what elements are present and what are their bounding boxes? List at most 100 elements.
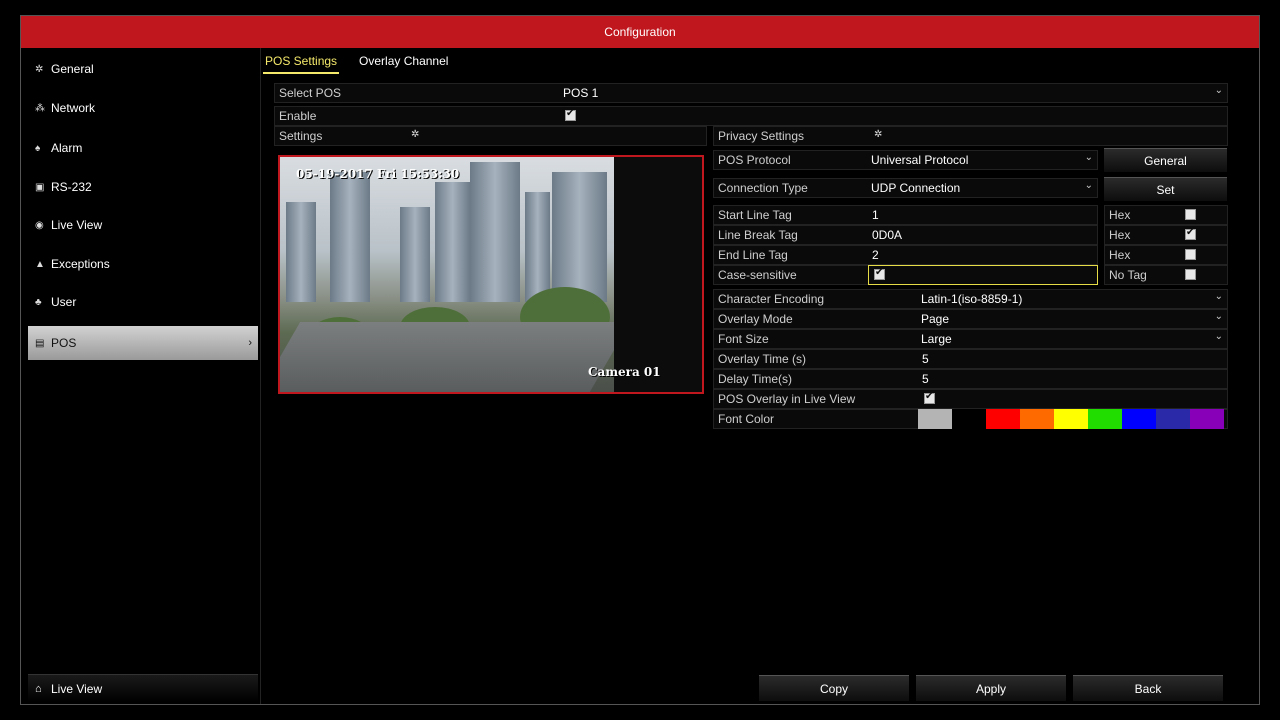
overlay-mode-dropdown[interactable]: Page ⌄ (918, 310, 1227, 328)
back-button[interactable]: Back (1073, 675, 1223, 701)
sidebar-item-live-view[interactable]: ◉ Live View (28, 208, 258, 242)
character-encoding-dropdown[interactable]: Latin-1(iso-8859-1) ⌄ (918, 290, 1227, 308)
case-sensitive-checkbox[interactable] (874, 267, 885, 280)
color-swatch[interactable] (1190, 409, 1224, 429)
overlay-mode-label: Overlay Mode (718, 312, 793, 326)
window-title: Configuration (21, 16, 1259, 48)
home-icon: ⌂ (35, 682, 42, 695)
color-swatch[interactable] (952, 409, 986, 429)
delay-time-input[interactable]: 5 (922, 370, 929, 388)
start-line-tag-input[interactable]: 1 (872, 206, 879, 224)
end-line-tag-input[interactable]: 2 (872, 246, 879, 264)
chevron-down-icon: ⌄ (1214, 311, 1223, 322)
gear-icon: ✲ (35, 63, 44, 75)
hex-label: Hex (1109, 228, 1131, 242)
color-swatch[interactable] (986, 409, 1020, 429)
building-shape (525, 192, 550, 302)
delay-time-label: Delay Time(s) (718, 372, 793, 386)
character-encoding-value: Latin-1(iso-8859-1) (921, 292, 1023, 306)
start-line-hex-checkbox[interactable] (1185, 209, 1196, 220)
settings-row: Settings ✲ (274, 126, 707, 146)
color-swatch[interactable] (1122, 409, 1156, 429)
chevron-right-icon: › (248, 337, 252, 349)
sidebar-item-alarm[interactable]: ♠ Alarm (28, 131, 258, 165)
sidebar-item-label: RS-232 (51, 180, 92, 194)
chevron-down-icon: ⌄ (1214, 331, 1223, 342)
pos-icon: ▤ (35, 337, 45, 349)
start-line-tag-label: Start Line Tag (718, 208, 792, 222)
privacy-settings-row: Privacy Settings ✲ (713, 126, 1228, 146)
end-line-tag-row: End Line Tag 2 (713, 245, 1098, 265)
hex-label: Hex (1109, 248, 1131, 262)
no-tag-row: No Tag (1104, 265, 1228, 285)
tab-overlay-channel[interactable]: Overlay Channel (357, 52, 450, 74)
no-tag-label: No Tag (1109, 268, 1147, 282)
overlay-time-input[interactable]: 5 (922, 350, 929, 368)
font-size-label: Font Size (718, 332, 769, 346)
sidebar-item-rs232[interactable]: ▣ RS-232 (28, 170, 258, 204)
pos-overlay-live-row: POS Overlay in Live View (713, 389, 1228, 409)
general-button[interactable]: General (1104, 148, 1227, 172)
color-swatch[interactable] (1156, 409, 1190, 429)
start-line-tag-row: Start Line Tag 1 (713, 205, 1098, 225)
user-icon: ♣ (35, 296, 42, 308)
chevron-down-icon: ⌄ (1214, 85, 1223, 96)
font-size-row: Font Size Large ⌄ (713, 329, 1228, 349)
sidebar-item-label: Live View (51, 218, 103, 232)
privacy-gear-icon[interactable]: ✲ (874, 129, 882, 140)
enable-label: Enable (279, 109, 317, 123)
pos-overlay-live-checkbox[interactable] (924, 391, 935, 404)
hex-label: Hex (1109, 208, 1131, 222)
connection-type-dropdown[interactable]: UDP Connection ⌄ (868, 179, 1097, 197)
config-window: Configuration ✲ General ⁂ Network ♠ Alar… (20, 15, 1260, 705)
enable-checkbox[interactable] (565, 108, 576, 121)
set-button[interactable]: Set (1104, 177, 1227, 201)
live-view-label: Live View (51, 681, 103, 696)
line-break-tag-label: Line Break Tag (718, 228, 798, 242)
delay-time-row: Delay Time(s) 5 (713, 369, 1228, 389)
sidebar-item-label: POS (51, 336, 77, 350)
live-view-button[interactable]: ⌂ Live View (28, 674, 258, 702)
connection-type-value: UDP Connection (871, 181, 961, 195)
tab-bar: POS Settings Overlay Channel (263, 52, 468, 76)
sidebar-item-user[interactable]: ♣ User (28, 285, 258, 319)
line-break-hex-checkbox[interactable] (1185, 227, 1196, 240)
pos-protocol-dropdown[interactable]: Universal Protocol ⌄ (868, 151, 1097, 169)
line-break-tag-input[interactable]: 0D0A (872, 226, 902, 244)
case-sensitive-focus-box (868, 265, 1098, 285)
tab-pos-settings[interactable]: POS Settings (263, 52, 340, 74)
sidebar-item-network[interactable]: ⁂ Network (28, 91, 258, 125)
road-shape (280, 322, 631, 392)
network-icon: ⁂ (35, 102, 45, 114)
eye-icon: ◉ (35, 219, 44, 231)
character-encoding-label: Character Encoding (718, 292, 825, 306)
select-pos-value: POS 1 (563, 86, 599, 100)
end-line-hex-checkbox[interactable] (1185, 249, 1196, 260)
end-line-tag-label: End Line Tag (718, 248, 788, 262)
color-swatch[interactable] (1054, 409, 1088, 429)
line-break-hex-row: Hex (1104, 225, 1228, 245)
pos-overlay-live-label: POS Overlay in Live View (718, 392, 856, 406)
copy-button[interactable]: Copy (759, 675, 909, 701)
color-swatch[interactable] (1088, 409, 1122, 429)
building-shape (470, 162, 520, 302)
apply-button[interactable]: Apply (916, 675, 1066, 701)
color-swatch[interactable] (1020, 409, 1054, 429)
overlay-mode-row: Overlay Mode Page ⌄ (713, 309, 1228, 329)
pos-protocol-row: POS Protocol Universal Protocol ⌄ (713, 150, 1098, 170)
color-swatch[interactable] (918, 409, 952, 429)
settings-gear-icon[interactable]: ✲ (411, 129, 419, 140)
select-pos-row: Select POS POS 1 ⌄ (274, 83, 1228, 103)
sidebar-item-pos[interactable]: ▤ POS › (28, 326, 258, 360)
font-size-dropdown[interactable]: Large ⌄ (918, 330, 1227, 348)
building-shape (400, 207, 430, 302)
warning-icon: ▲ (35, 258, 45, 270)
building-shape (286, 202, 316, 302)
select-pos-dropdown[interactable]: POS 1 ⌄ (559, 84, 1227, 102)
sidebar-item-general[interactable]: ✲ General (28, 52, 258, 86)
no-tag-checkbox[interactable] (1185, 269, 1196, 280)
sidebar-item-exceptions[interactable]: ▲ Exceptions (28, 247, 258, 281)
building-shape (330, 172, 370, 302)
overlay-time-label: Overlay Time (s) (718, 352, 807, 366)
character-encoding-row: Character Encoding Latin-1(iso-8859-1) ⌄ (713, 289, 1228, 309)
